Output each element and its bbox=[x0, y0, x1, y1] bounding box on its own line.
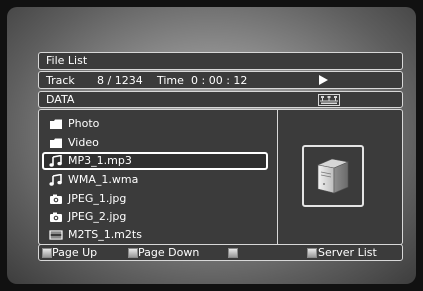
list-item-label: JPEG_1.jpg bbox=[68, 192, 127, 205]
list-item[interactable]: WMA_1.wma bbox=[42, 171, 268, 189]
network-connection-icon bbox=[318, 94, 340, 110]
video-file-icon bbox=[49, 229, 63, 241]
server-list-button[interactable]: Server List bbox=[318, 245, 377, 260]
blue-key-icon bbox=[307, 248, 317, 258]
music-note-icon bbox=[49, 154, 63, 167]
music-note-icon bbox=[49, 173, 63, 186]
page-down-button[interactable]: Page Down bbox=[138, 245, 199, 260]
list-item-label: MP3_1.mp3 bbox=[68, 154, 132, 167]
folder-icon bbox=[49, 118, 63, 130]
list-item-label: Video bbox=[68, 136, 99, 149]
red-key-icon bbox=[42, 248, 52, 258]
time-label: Time bbox=[157, 74, 184, 87]
tv-screen: File List Track 8 / 1234 Time 0 : 00 : 1… bbox=[7, 7, 416, 284]
list-item[interactable]: JPEG_2.jpg bbox=[42, 208, 268, 226]
folder-icon bbox=[49, 137, 63, 149]
file-browser: Photo Video MP3_1.mp3 WMA_1.wma JPEG_1.j… bbox=[38, 109, 403, 245]
camera-icon bbox=[49, 211, 63, 223]
file-list: Photo Video MP3_1.mp3 WMA_1.wma JPEG_1.j… bbox=[39, 110, 277, 244]
track-value: 8 / 1234 bbox=[97, 74, 143, 87]
file-list-title-bar: File List bbox=[38, 52, 403, 70]
play-icon bbox=[317, 74, 329, 90]
list-item-label: WMA_1.wma bbox=[68, 173, 139, 186]
track-label: Track bbox=[46, 74, 75, 87]
page-title: File List bbox=[46, 54, 88, 67]
playback-status-bar: Track 8 / 1234 Time 0 : 00 : 12 bbox=[38, 71, 403, 89]
yellow-key-icon bbox=[228, 248, 238, 258]
source-bar: DATA bbox=[38, 91, 403, 108]
list-item[interactable]: JPEG_1.jpg bbox=[42, 190, 268, 208]
source-label: DATA bbox=[46, 93, 75, 106]
panel-divider bbox=[277, 110, 278, 244]
list-item[interactable]: Video bbox=[42, 134, 268, 152]
function-key-bar: Page Up Page Down Server List bbox=[38, 244, 403, 261]
list-item-label: JPEG_2.jpg bbox=[68, 210, 127, 223]
list-item-label: M2TS_1.m2ts bbox=[68, 228, 142, 241]
list-item[interactable]: Photo bbox=[42, 115, 268, 133]
list-item[interactable]: M2TS_1.m2ts bbox=[42, 226, 268, 244]
preview-panel bbox=[302, 145, 364, 207]
green-key-icon bbox=[128, 248, 138, 258]
time-value: 0 : 00 : 12 bbox=[191, 74, 248, 87]
list-item-label: Photo bbox=[68, 117, 100, 130]
camera-icon bbox=[49, 193, 63, 205]
page-up-button[interactable]: Page Up bbox=[52, 245, 97, 260]
server-icon bbox=[312, 156, 354, 200]
list-item-selected[interactable]: MP3_1.mp3 bbox=[42, 152, 268, 170]
